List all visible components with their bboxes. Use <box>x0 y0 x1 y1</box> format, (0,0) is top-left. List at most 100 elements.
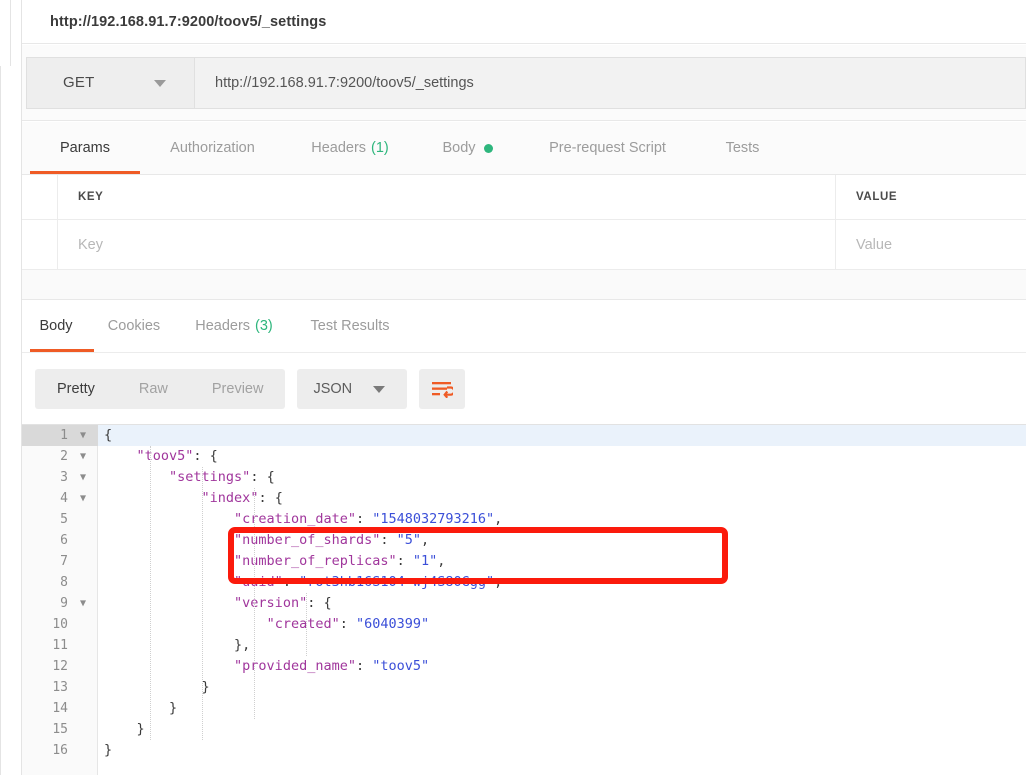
json-punctuation: : { <box>250 469 275 485</box>
http-method-select[interactable]: GET <box>26 56 194 109</box>
param-value-input[interactable]: Value <box>836 220 1026 269</box>
line-number: 6 <box>60 533 68 548</box>
fold-toggle-icon[interactable]: ▼ <box>80 446 86 467</box>
request-tab-title[interactable]: http://192.168.91.7:9200/toov5/_settings <box>50 14 326 30</box>
fold-toggle-icon[interactable]: ▼ <box>80 425 86 446</box>
indent-guide <box>254 488 255 719</box>
chevron-down-icon <box>154 79 166 87</box>
json-punctuation: : <box>355 658 373 674</box>
json-key: "created" <box>266 616 340 632</box>
line-number: 15 <box>52 722 68 737</box>
code-line: "number_of_replicas": "1", <box>98 551 1026 572</box>
params-key-column-header: KEY <box>58 175 836 219</box>
json-key: "settings" <box>169 469 251 485</box>
fold-toggle-icon[interactable]: ▼ <box>80 488 86 509</box>
json-punctuation: , <box>494 511 503 527</box>
response-format-select[interactable]: JSON <box>297 368 408 409</box>
json-punctuation: , <box>421 532 430 548</box>
view-mode-preview[interactable]: Preview <box>190 369 286 409</box>
response-body-editor[interactable]: { "toov5": { "settings": { "index": { "c… <box>22 424 1026 775</box>
request-tab-tests[interactable]: Tests <box>695 122 790 174</box>
json-punctuation: : { <box>193 448 218 464</box>
json-punctuation: } <box>136 721 145 737</box>
request-tab-body[interactable]: Body <box>415 122 520 174</box>
param-key-input[interactable]: Key <box>58 220 836 269</box>
editor-code-area[interactable]: { "toov5": { "settings": { "index": { "c… <box>98 425 1026 775</box>
gutter-line: 6 <box>22 530 98 551</box>
request-tab-authorization[interactable]: Authorization <box>140 122 285 174</box>
line-number: 5 <box>60 512 68 527</box>
code-line: "creation_date": "1548032793216", <box>98 509 1026 530</box>
response-tab-label: Test Results <box>310 318 390 334</box>
line-number: 2 <box>60 449 68 464</box>
gutter-line: 5 <box>22 509 98 530</box>
json-punctuation: } <box>169 700 178 716</box>
request-tab-bar: http://192.168.91.7:9200/toov5/_settings <box>22 0 1026 44</box>
fold-toggle-icon[interactable]: ▼ <box>80 467 86 488</box>
code-line: "version": { <box>98 593 1026 614</box>
response-tab-cookies[interactable]: Cookies <box>90 300 178 352</box>
code-line: } <box>98 740 1026 761</box>
postman-window: http://192.168.91.7:9200/toov5/_settings… <box>0 0 1026 775</box>
params-value-column-label: VALUE <box>856 191 898 203</box>
request-tab-label: Pre-request Script <box>549 140 666 156</box>
response-tab-label: Cookies <box>107 318 161 334</box>
code-line: } <box>98 719 1026 740</box>
json-punctuation: : <box>355 511 373 527</box>
gutter-line: 3 ▼ <box>22 467 98 488</box>
line-number: 10 <box>52 617 68 632</box>
url-input-value: http://192.168.91.7:9200/toov5/_settings <box>215 74 474 91</box>
view-mode-pretty[interactable]: Pretty <box>35 369 117 409</box>
json-punctuation: }, <box>234 637 251 653</box>
row-checkbox-cell[interactable] <box>22 220 58 269</box>
params-table-header: KEY VALUE <box>22 174 1026 220</box>
view-mode-raw[interactable]: Raw <box>117 369 190 409</box>
request-tab-params[interactable]: Params <box>30 122 140 174</box>
response-tab-test-results[interactable]: Test Results <box>290 300 410 352</box>
response-tab-headers[interactable]: Headers (3) <box>178 300 290 352</box>
request-tab-pre-request-script[interactable]: Pre-request Script <box>520 122 695 174</box>
request-tab-headers[interactable]: Headers (1) <box>285 122 415 174</box>
json-key: "toov5" <box>136 448 194 464</box>
response-tab-body[interactable]: Body <box>22 300 94 352</box>
json-key: "version" <box>234 595 308 611</box>
json-punctuation: : <box>380 532 397 548</box>
json-key: "provided_name" <box>234 658 356 674</box>
response-tab-label: Body <box>39 318 73 334</box>
response-toolbar: Pretty Raw Preview JSON <box>22 352 1026 424</box>
line-number: 14 <box>52 701 68 716</box>
request-tab-label: Authorization <box>170 140 255 156</box>
select-all-checkbox-cell[interactable] <box>22 175 58 219</box>
json-key: "creation_date" <box>234 511 356 527</box>
line-number: 8 <box>60 575 68 590</box>
response-format-label: JSON <box>313 380 353 397</box>
chevron-down-icon <box>373 385 386 393</box>
code-line: "toov5": { <box>98 446 1026 467</box>
code-line: "uuid": "rot3hb16S1O4-wj4S8OGgg", <box>98 572 1026 593</box>
gutter-line: 4 ▼ <box>22 488 98 509</box>
request-tab-count-badge: (1) <box>371 140 389 156</box>
line-number: 11 <box>52 638 68 653</box>
json-key: "index" <box>201 490 259 506</box>
word-wrap-button[interactable] <box>419 368 466 409</box>
indent-guide <box>306 593 307 656</box>
code-line: "index": { <box>98 488 1026 509</box>
gutter-line: 14 <box>22 698 98 719</box>
line-number: 7 <box>60 554 68 569</box>
code-line: "created": "6040399" <box>98 614 1026 635</box>
url-input[interactable]: http://192.168.91.7:9200/toov5/_settings <box>194 56 1026 109</box>
body-present-dot-icon <box>483 143 493 153</box>
code-line: { <box>98 425 1026 446</box>
indent-guide <box>202 467 203 740</box>
request-tab-label: Tests <box>725 140 760 156</box>
request-tab-label: Headers <box>311 140 367 156</box>
json-value: "1548032793216" <box>372 511 495 527</box>
request-tab-label: Params <box>60 140 110 156</box>
gutter-line: 7 <box>22 551 98 572</box>
line-number: 4 <box>60 491 68 506</box>
request-tab-label: Body <box>442 140 476 156</box>
json-punctuation: : <box>282 574 300 590</box>
json-value: "toov5" <box>372 658 430 674</box>
code-line: "provided_name": "toov5" <box>98 656 1026 677</box>
fold-toggle-icon[interactable]: ▼ <box>80 593 86 614</box>
